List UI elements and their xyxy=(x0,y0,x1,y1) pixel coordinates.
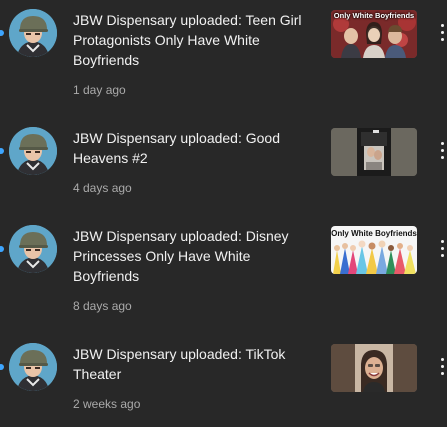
notification-item[interactable]: JBW Dispensary uploaded: Disney Princess… xyxy=(0,216,447,314)
notification-title: JBW Dispensary uploaded: TikTok Theater xyxy=(73,346,286,382)
more-vert-icon[interactable] xyxy=(438,238,447,260)
unread-dot-icon xyxy=(0,30,4,36)
thumbnail-caption: Only White Boyfriends xyxy=(331,229,417,238)
channel-avatar[interactable] xyxy=(9,225,57,273)
video-thumbnail[interactable] xyxy=(331,128,417,176)
notification-time: 8 days ago xyxy=(73,299,132,313)
notification-title: JBW Dispensary uploaded: Good Heavens #2 xyxy=(73,130,280,166)
unread-dot-icon xyxy=(0,246,4,252)
video-thumbnail[interactable] xyxy=(331,344,417,392)
notification-item[interactable]: JBW Dispensary uploaded: Teen Girl Prota… xyxy=(0,0,447,98)
notification-title: JBW Dispensary uploaded: Disney Princess… xyxy=(73,228,289,284)
unread-dot-icon xyxy=(0,364,4,370)
notification-title: JBW Dispensary uploaded: Teen Girl Prota… xyxy=(73,12,302,68)
notification-time: 2 weeks ago xyxy=(73,397,141,411)
notification-time: 4 days ago xyxy=(73,181,132,195)
channel-avatar[interactable] xyxy=(9,9,57,57)
channel-avatar[interactable] xyxy=(9,127,57,175)
notification-item[interactable]: JBW Dispensary uploaded: Good Heavens #2… xyxy=(0,118,447,216)
channel-avatar[interactable] xyxy=(9,343,57,391)
more-vert-icon[interactable] xyxy=(438,140,447,162)
more-vert-icon[interactable] xyxy=(438,22,447,44)
notification-item[interactable]: JBW Dispensary uploaded: TikTok Theater … xyxy=(0,334,447,427)
notifications-panel: JBW Dispensary uploaded: Teen Girl Prota… xyxy=(0,0,447,427)
notification-time: 1 day ago xyxy=(73,83,126,97)
more-vert-icon[interactable] xyxy=(438,356,447,378)
video-thumbnail[interactable]: Only White Boyfriends xyxy=(331,10,417,58)
video-thumbnail[interactable]: Only White Boyfriends xyxy=(331,226,417,274)
unread-dot-icon xyxy=(0,148,4,154)
thumbnail-caption: Only White Boyfriends xyxy=(333,11,415,20)
